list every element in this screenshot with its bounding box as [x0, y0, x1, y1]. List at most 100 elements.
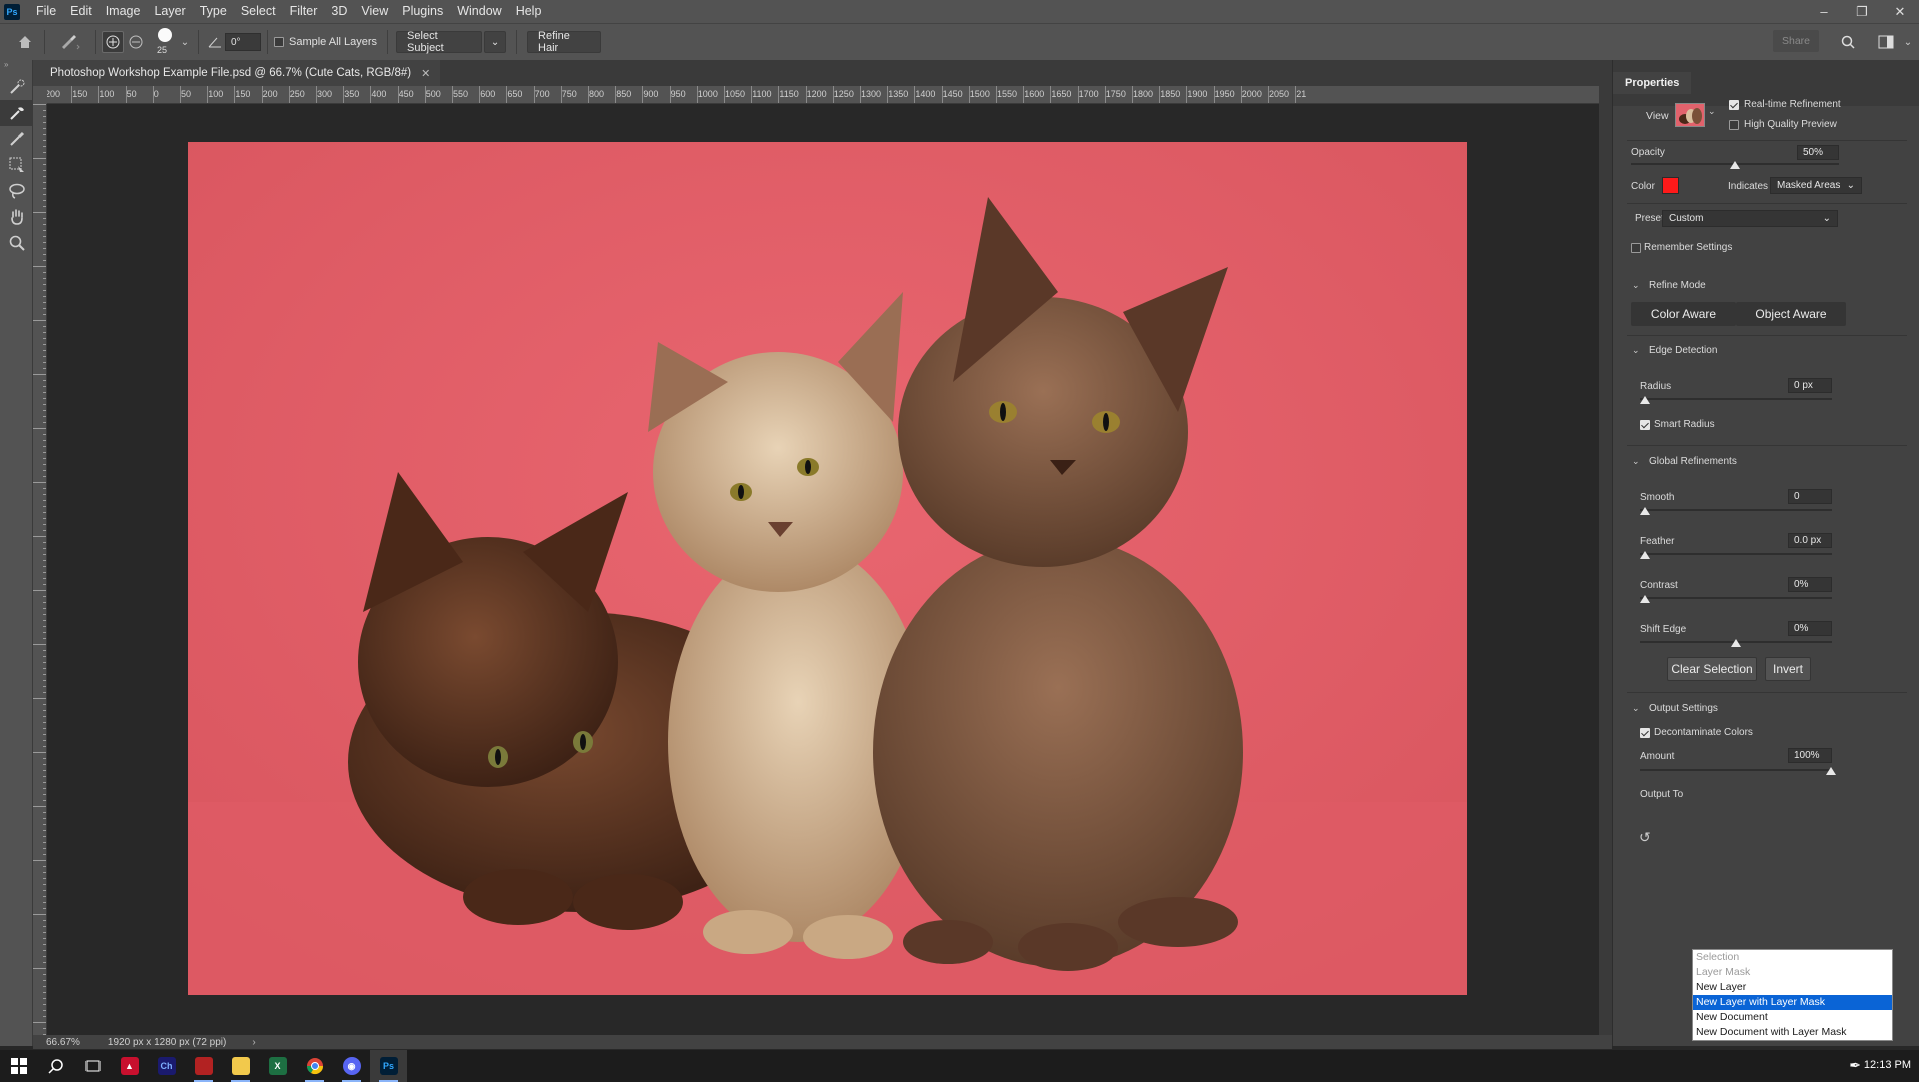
amount-slider-thumb[interactable]: [1826, 767, 1836, 775]
task-view-icon[interactable]: [74, 1050, 111, 1082]
menu-help[interactable]: Help: [509, 0, 549, 23]
share-button[interactable]: Share: [1773, 30, 1819, 52]
menu-plugins[interactable]: Plugins: [395, 0, 450, 23]
menu-image[interactable]: Image: [99, 0, 148, 23]
file-explorer-icon[interactable]: [222, 1050, 259, 1082]
zoom-tool-icon[interactable]: [0, 230, 33, 256]
contrast-slider[interactable]: [1640, 597, 1832, 599]
radius-slider-thumb[interactable]: [1640, 396, 1650, 404]
menu-type[interactable]: Type: [193, 0, 234, 23]
hand-tool-icon[interactable]: [0, 204, 33, 230]
output-settings-title[interactable]: Output Settings: [1649, 703, 1718, 714]
output-option-new-document[interactable]: New Document: [1693, 1010, 1892, 1025]
amount-slider[interactable]: [1640, 769, 1832, 771]
high-quality-preview-checkbox[interactable]: [1729, 120, 1739, 130]
refine-edge-brush-icon[interactable]: [0, 100, 33, 126]
chevron-down-icon[interactable]: ⌄: [1632, 703, 1640, 714]
pen-icon[interactable]: ✒: [1849, 1057, 1861, 1074]
chevron-down-icon[interactable]: ⌄: [1632, 345, 1640, 356]
amount-input[interactable]: 100%: [1788, 748, 1832, 763]
close-window-icon[interactable]: ✕: [1881, 0, 1919, 23]
feather-slider[interactable]: [1640, 553, 1832, 555]
zoom-level[interactable]: 66.67%: [46, 1037, 80, 1048]
ch-app-icon[interactable]: Ch: [148, 1050, 185, 1082]
menu-edit[interactable]: Edit: [63, 0, 99, 23]
close-tab-icon[interactable]: ✕: [421, 67, 430, 80]
document-image-cute-cats[interactable]: [188, 142, 1467, 995]
overlay-color-swatch[interactable]: [1662, 177, 1679, 194]
chevron-down-icon[interactable]: ⌄: [1632, 456, 1640, 467]
feather-input[interactable]: 0.0 px: [1788, 533, 1832, 548]
system-clock[interactable]: 12:13 PM: [1864, 1059, 1911, 1071]
select-subject-dropdown[interactable]: ⌄: [484, 31, 507, 53]
contrast-slider-thumb[interactable]: [1640, 595, 1650, 603]
smooth-input[interactable]: 0: [1788, 489, 1832, 504]
subtract-from-selection-icon[interactable]: [124, 29, 148, 55]
collapse-icon[interactable]: »: [0, 60, 32, 74]
chrome-icon[interactable]: [296, 1050, 333, 1082]
quick-selection-tool-icon[interactable]: [0, 74, 33, 100]
preset-select[interactable]: Custom ⌄: [1662, 210, 1838, 227]
chevron-down-icon[interactable]: ⌄: [178, 29, 192, 55]
opacity-slider-thumb[interactable]: [1730, 161, 1740, 169]
vertical-scrollbar[interactable]: [1599, 86, 1612, 1035]
excel-icon[interactable]: X: [259, 1050, 296, 1082]
minimize-icon[interactable]: –: [1805, 0, 1843, 23]
refine-mode-title[interactable]: Refine Mode: [1649, 280, 1706, 291]
menu-layer[interactable]: Layer: [147, 0, 192, 23]
opacity-input[interactable]: 50%: [1797, 145, 1839, 160]
smooth-slider[interactable]: [1640, 509, 1832, 511]
home-icon[interactable]: [12, 29, 38, 55]
canvas-area[interactable]: [47, 104, 1599, 1035]
radius-slider[interactable]: [1640, 398, 1832, 400]
menu-file[interactable]: File: [29, 0, 63, 23]
chevron-down-icon[interactable]: ⌄: [1899, 29, 1917, 55]
chevron-down-icon[interactable]: ⌄: [1708, 106, 1716, 117]
reset-icon[interactable]: ↺: [1639, 829, 1651, 846]
acrobat-icon[interactable]: ▲: [111, 1050, 148, 1082]
chevron-right-icon[interactable]: ›: [252, 1037, 255, 1048]
edge-detection-title[interactable]: Edge Detection: [1649, 345, 1717, 356]
menu-3d[interactable]: 3D: [324, 0, 354, 23]
contrast-input[interactable]: 0%: [1788, 577, 1832, 592]
select-subject-button[interactable]: Select Subject: [396, 30, 483, 54]
global-refinements-title[interactable]: Global Refinements: [1649, 456, 1737, 467]
search-icon[interactable]: [1835, 29, 1861, 55]
shift-edge-input[interactable]: 0%: [1788, 621, 1832, 636]
invert-button[interactable]: Invert: [1765, 657, 1811, 681]
brush-size-picker[interactable]: 25: [152, 25, 178, 59]
indicates-select[interactable]: Masked Areas ⌄: [1770, 177, 1862, 194]
menu-view[interactable]: View: [354, 0, 395, 23]
document-tab[interactable]: Photoshop Workshop Example File.psd @ 66…: [33, 60, 441, 86]
remember-settings-checkbox[interactable]: [1631, 243, 1641, 253]
object-selection-tool-icon[interactable]: [0, 152, 33, 178]
search-icon[interactable]: [37, 1050, 74, 1082]
tab-properties[interactable]: Properties: [1613, 72, 1692, 94]
color-aware-button[interactable]: Color Aware: [1631, 302, 1736, 326]
output-to-dropdown-list[interactable]: Selection Layer Mask New Layer New Layer…: [1692, 949, 1893, 1041]
output-option-new-layer[interactable]: New Layer: [1693, 980, 1892, 995]
menu-select[interactable]: Select: [234, 0, 283, 23]
radius-input[interactable]: 0 px: [1788, 378, 1832, 393]
output-option-new-document-with-mask[interactable]: New Document with Layer Mask: [1693, 1025, 1892, 1040]
windows-start-icon[interactable]: [0, 1050, 37, 1082]
view-mode-thumbnail[interactable]: [1675, 103, 1705, 127]
red-app-icon[interactable]: [185, 1050, 222, 1082]
menu-filter[interactable]: Filter: [283, 0, 325, 23]
feather-slider-thumb[interactable]: [1640, 551, 1650, 559]
restore-icon[interactable]: ❐: [1843, 0, 1881, 23]
angle-input[interactable]: 0°: [225, 33, 261, 51]
brush-tool-icon[interactable]: [0, 126, 33, 152]
add-to-selection-icon[interactable]: [102, 31, 124, 53]
refine-hair-button[interactable]: Refine Hair: [527, 30, 602, 54]
clear-selection-button[interactable]: Clear Selection: [1667, 657, 1757, 681]
discord-icon[interactable]: ◉: [333, 1050, 370, 1082]
shift-edge-slider-thumb[interactable]: [1731, 639, 1741, 647]
chevron-down-icon[interactable]: ⌄: [1632, 280, 1640, 291]
smooth-slider-thumb[interactable]: [1640, 507, 1650, 515]
workspace-icon[interactable]: [1873, 29, 1899, 55]
realtime-refinement-checkbox[interactable]: [1729, 100, 1739, 110]
lasso-tool-icon[interactable]: [0, 178, 33, 204]
output-option-new-layer-with-mask[interactable]: New Layer with Layer Mask: [1693, 995, 1892, 1010]
sample-all-layers-checkbox[interactable]: [274, 37, 284, 47]
